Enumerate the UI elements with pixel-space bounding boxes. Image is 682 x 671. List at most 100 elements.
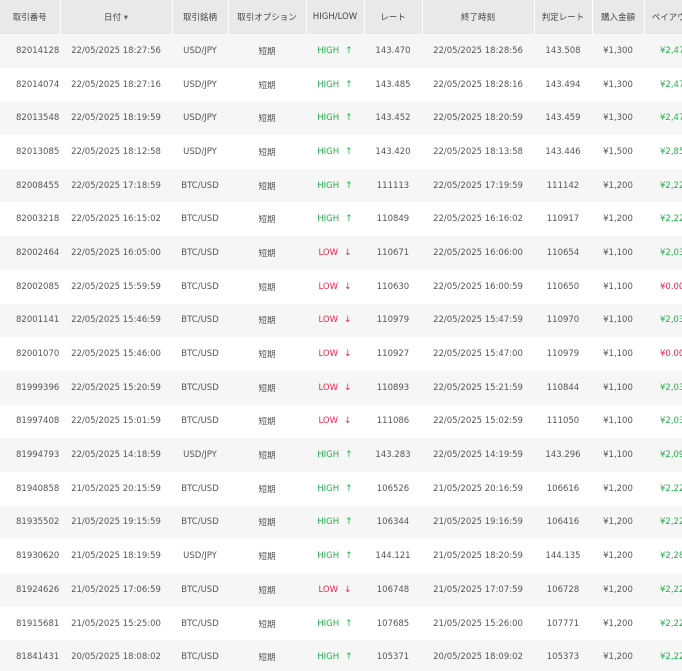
table-row[interactable]: 82014074 22/05/2025 18:27:16 USD/JPY 短期 HIGH… xyxy=(0,67,682,102)
cell-option: 短期 xyxy=(228,438,306,472)
table-row[interactable]: 82014128 22/05/2025 18:27:56 USD/JPY 短期 HIGH… xyxy=(0,34,682,68)
cell-rate: 110849 xyxy=(364,202,422,237)
cell-option: 短期 xyxy=(228,269,306,304)
arrow-up-icon: ↑ xyxy=(345,551,353,562)
highlow-label: HIGH xyxy=(317,517,340,528)
header-date[interactable]: 日付 xyxy=(60,0,173,34)
highlow-label: LOW xyxy=(318,315,338,326)
table-row[interactable]: 81935502 21/05/2025 19:15:59 BTC/USD 短期 HIGH… xyxy=(0,505,682,540)
cell-rate: 111086 xyxy=(364,404,422,439)
cell-option: 短期 xyxy=(228,573,306,607)
header-rate[interactable]: レート xyxy=(364,0,423,34)
table-row[interactable]: 82008455 22/05/2025 17:18:59 BTC/USD 短期 HIGH… xyxy=(0,168,682,203)
cell-trade-id: 81940858 xyxy=(0,471,60,506)
table-row[interactable]: 81841431 20/05/2025 18:08:02 BTC/USD 短期 HIGH… xyxy=(0,640,682,671)
cell-pair: BTC/USD xyxy=(172,337,228,371)
cell-option: 短期 xyxy=(228,34,306,68)
cell-end-time: 22/05/2025 18:13:58 xyxy=(422,135,534,169)
cell-rate: 110671 xyxy=(364,236,422,270)
cell-judge-rate: 110970 xyxy=(534,303,592,338)
cell-trade-id: 81994793 xyxy=(0,438,60,472)
cell-judge-rate: 143.446 xyxy=(534,135,592,169)
table-row[interactable]: 82013548 22/05/2025 18:19:59 USD/JPY 短期 HIGH… xyxy=(0,101,682,136)
cell-judge-rate: 110844 xyxy=(534,370,592,405)
cell-highlow: LOW ↓ xyxy=(306,269,364,304)
cell-date: 22/05/2025 18:27:16 xyxy=(60,67,172,102)
cell-date: 22/05/2025 16:15:02 xyxy=(60,202,172,237)
highlow-label: HIGH xyxy=(317,450,340,461)
table-row[interactable]: 81915681 21/05/2025 15:25:00 BTC/USD 短期 HIGH… xyxy=(0,606,682,641)
header-highlow[interactable]: HIGH/LOW xyxy=(306,0,365,34)
table-row[interactable]: 81940858 21/05/2025 20:15:59 BTC/USD 短期 HIGH… xyxy=(0,471,682,506)
trade-history-table: 取引番号 日付 取引銘柄 取引オプション HIGH/LOW レート 終了時刻 判… xyxy=(0,0,682,671)
table-row[interactable]: 82002464 22/05/2025 16:05:00 BTC/USD 短期 LOW ↓… xyxy=(0,236,682,270)
cell-pair: USD/JPY xyxy=(172,67,228,102)
cell-trade-id: 81841431 xyxy=(0,640,60,671)
cell-rate: 143.485 xyxy=(364,67,422,102)
header-pair[interactable]: 取引銘柄 xyxy=(172,0,229,34)
table-row[interactable]: 81994793 22/05/2025 14:18:59 USD/JPY 短期 HIGH… xyxy=(0,438,682,472)
header-judge-rate[interactable]: 判定レート xyxy=(534,0,593,34)
table-row[interactable]: 82013085 22/05/2025 18:12:58 USD/JPY 短期 HIGH… xyxy=(0,135,682,169)
cell-end-time: 21/05/2025 18:20:59 xyxy=(422,539,534,573)
cell-buy-amount: ¥1,100 xyxy=(592,236,644,270)
cell-buy-amount: ¥1,100 xyxy=(592,337,644,371)
table-row[interactable]: 82001141 22/05/2025 15:46:59 BTC/USD 短期 LOW ↓… xyxy=(0,303,682,338)
cell-payout: ¥2,470 xyxy=(644,34,682,68)
cell-end-time: 22/05/2025 15:47:00 xyxy=(422,337,534,371)
cell-judge-rate: 111142 xyxy=(534,168,592,203)
cell-payout: ¥0.00 xyxy=(644,269,682,304)
cell-end-time: 20/05/2025 18:09:02 xyxy=(422,640,534,671)
cell-rate: 106748 xyxy=(364,573,422,607)
cell-trade-id: 81924626 xyxy=(0,573,60,607)
cell-option: 短期 xyxy=(228,303,306,338)
table-row[interactable]: 81997408 22/05/2025 15:01:59 BTC/USD 短期 LOW ↓… xyxy=(0,404,682,439)
highlow-label: HIGH xyxy=(317,551,340,562)
header-row: 取引番号 日付 取引銘柄 取引オプション HIGH/LOW レート 終了時刻 判… xyxy=(0,0,682,34)
header-option[interactable]: 取引オプション xyxy=(228,0,307,34)
cell-end-time: 22/05/2025 17:19:59 xyxy=(422,168,534,203)
cell-option: 短期 xyxy=(228,202,306,237)
cell-date: 22/05/2025 15:01:59 xyxy=(60,404,172,439)
table-body: 82014128 22/05/2025 18:27:56 USD/JPY 短期 HIGH… xyxy=(0,34,682,671)
table-row[interactable]: 81930620 21/05/2025 18:19:59 USD/JPY 短期 HIGH… xyxy=(0,539,682,573)
cell-pair: USD/JPY xyxy=(172,539,228,573)
cell-option: 短期 xyxy=(228,101,306,136)
highlow-label: HIGH xyxy=(317,652,340,663)
cell-date: 22/05/2025 15:46:00 xyxy=(60,337,172,371)
cell-highlow: HIGH ↑ xyxy=(306,168,364,203)
cell-rate: 143.452 xyxy=(364,101,422,136)
cell-buy-amount: ¥1,100 xyxy=(592,438,644,472)
cell-buy-amount: ¥1,300 xyxy=(592,101,644,136)
cell-rate: 106526 xyxy=(364,471,422,506)
cell-payout: ¥2,280 xyxy=(644,539,682,573)
header-payout[interactable]: ペイアウト xyxy=(644,0,682,34)
cell-buy-amount: ¥1,100 xyxy=(592,303,644,338)
cell-date: 21/05/2025 15:25:00 xyxy=(60,606,172,641)
cell-highlow: HIGH ↑ xyxy=(306,539,364,573)
arrow-up-icon: ↑ xyxy=(345,450,353,461)
header-buy-amount[interactable]: 購入金額 xyxy=(592,0,645,34)
header-end-time[interactable]: 終了時刻 xyxy=(422,0,535,34)
highlow-label: LOW xyxy=(318,382,338,393)
table-row[interactable]: 82002085 22/05/2025 15:59:59 BTC/USD 短期 LOW ↓… xyxy=(0,269,682,304)
highlow-label: LOW xyxy=(318,584,338,595)
arrow-up-icon: ↑ xyxy=(345,214,353,225)
cell-payout: ¥2,035 xyxy=(644,303,682,338)
cell-pair: BTC/USD xyxy=(172,168,228,203)
cell-rate: 110927 xyxy=(364,337,422,371)
header-id[interactable]: 取引番号 xyxy=(0,0,61,34)
table-row[interactable]: 82001070 22/05/2025 15:46:00 BTC/USD 短期 LOW ↓… xyxy=(0,337,682,371)
cell-end-time: 22/05/2025 16:16:02 xyxy=(422,202,534,237)
cell-pair: BTC/USD xyxy=(172,202,228,237)
cell-trade-id: 81915681 xyxy=(0,606,60,641)
cell-buy-amount: ¥1,200 xyxy=(592,505,644,540)
table-row[interactable]: 81999396 22/05/2025 15:20:59 BTC/USD 短期 LOW ↓… xyxy=(0,370,682,405)
table-row[interactable]: 81924626 21/05/2025 17:06:59 BTC/USD 短期 LOW ↓… xyxy=(0,573,682,607)
cell-date: 22/05/2025 16:05:00 xyxy=(60,236,172,270)
cell-buy-amount: ¥1,200 xyxy=(592,539,644,573)
cell-end-time: 22/05/2025 14:19:59 xyxy=(422,438,534,472)
cell-date: 22/05/2025 18:12:58 xyxy=(60,135,172,169)
cell-judge-rate: 143.494 xyxy=(534,67,592,102)
table-row[interactable]: 82003218 22/05/2025 16:15:02 BTC/USD 短期 HIGH… xyxy=(0,202,682,237)
